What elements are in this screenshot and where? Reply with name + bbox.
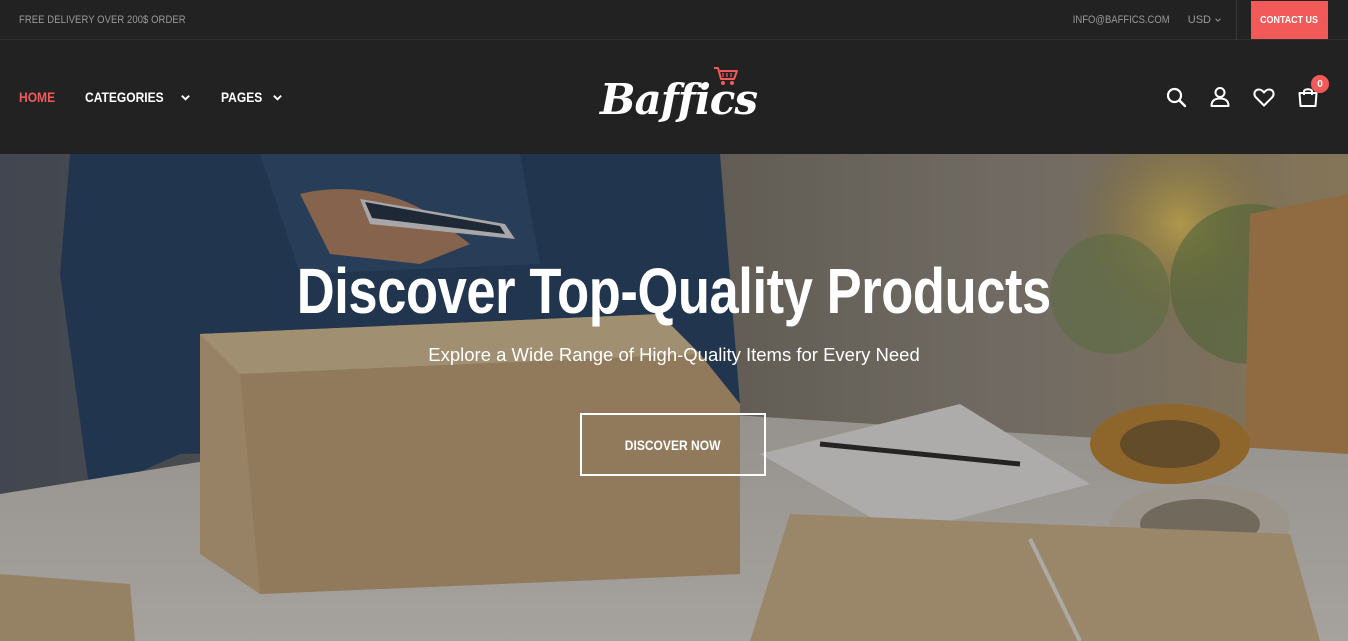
logo-text: Baffics — [600, 75, 758, 124]
delivery-promo-text: FREE DELIVERY OVER 200$ ORDER — [19, 13, 186, 26]
hero-title-text: Discover Top-Quality Products — [296, 255, 1052, 327]
hero-subtitle: Explore a Wide Range of High-Quality Ite… — [428, 344, 920, 365]
hero-title: Discover Top-Quality Products — [0, 254, 1348, 328]
nav-categories-label: CATEGORIES — [85, 89, 164, 105]
email-link[interactable]: INFO@BAFFICS.COM — [1073, 14, 1170, 26]
hero-banner: Discover Top-Quality Products Explore a … — [0, 154, 1348, 641]
contact-us-label: CONTACT US — [1260, 13, 1319, 26]
chevron-down-icon — [1215, 17, 1221, 22]
wishlist-button[interactable] — [1252, 85, 1276, 109]
top-bar: FREE DELIVERY OVER 200$ ORDER INFO@BAFFI… — [0, 0, 1348, 40]
header-icons: 0 — [1164, 40, 1329, 154]
top-bar-right: INFO@BAFFICS.COM USD CONTACT US — [1057, 0, 1348, 40]
cart-count-badge: 0 — [1311, 75, 1329, 93]
site-logo[interactable]: Baffics — [598, 62, 758, 134]
discover-now-label: DISCOVER NOW — [625, 436, 721, 453]
hero-overlay — [0, 154, 1348, 641]
cart-button[interactable]: 0 — [1296, 75, 1329, 109]
user-icon — [1210, 87, 1230, 107]
main-header: HOME CATEGORIES PAGES Baffics 0 — [0, 40, 1348, 154]
search-button[interactable] — [1164, 85, 1188, 109]
chevron-down-icon — [272, 94, 282, 101]
nav-categories[interactable]: CATEGORIES — [85, 89, 191, 105]
account-button[interactable] — [1208, 85, 1232, 109]
chevron-down-icon — [180, 94, 190, 101]
main-nav: HOME CATEGORIES PAGES — [19, 40, 283, 154]
search-icon — [1166, 87, 1187, 108]
contact-us-button[interactable]: CONTACT US — [1251, 0, 1328, 39]
nav-home[interactable]: HOME — [19, 89, 55, 105]
heart-icon — [1253, 88, 1275, 107]
discover-now-button[interactable]: DISCOVER NOW — [580, 413, 766, 476]
currency-selector[interactable]: USD — [1188, 14, 1222, 26]
top-bar-divider — [1236, 0, 1237, 40]
nav-home-label: HOME — [19, 89, 56, 105]
nav-pages[interactable]: PAGES — [221, 89, 283, 105]
currency-label: USD — [1187, 13, 1211, 26]
nav-pages-label: PAGES — [220, 89, 262, 105]
